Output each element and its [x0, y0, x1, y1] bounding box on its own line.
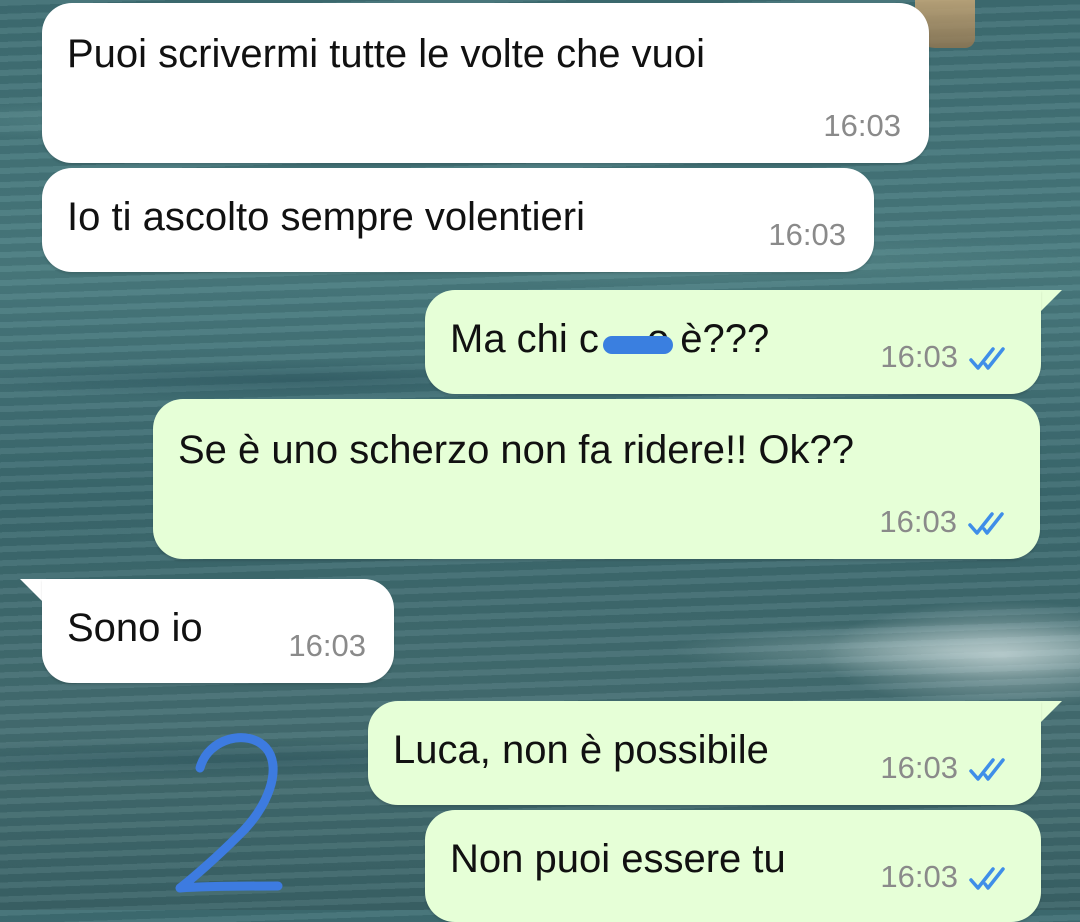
read-ticks-icon: [968, 512, 1004, 535]
message-text: Puoi scrivermi tutte le volte che vuoi: [67, 32, 706, 76]
outgoing-message[interactable]: Ma chi co è??? 16:03: [425, 290, 1041, 394]
message-time: 16:03: [880, 339, 958, 374]
message-text: Se è uno scherzo non fa ridere!! Ok??: [178, 428, 854, 472]
message-text-start: Ma chi c: [450, 317, 599, 361]
message-time: 16:03: [880, 859, 958, 894]
outgoing-message[interactable]: Se è uno scherzo non fa ridere!! Ok?? 16…: [153, 399, 1040, 559]
outgoing-message[interactable]: Non puoi essere tu 16:03: [425, 810, 1041, 922]
message-time: 16:03: [880, 750, 958, 785]
redaction-mark: [603, 336, 673, 354]
read-ticks-icon: [969, 758, 1005, 781]
incoming-message[interactable]: Sono io 16:03: [42, 579, 394, 683]
message-text: Luca, non è possibile: [393, 728, 769, 772]
incoming-message[interactable]: Puoi scrivermi tutte le volte che vuoi 1…: [42, 3, 929, 163]
message-text: Non puoi essere tu: [450, 837, 786, 881]
message-text: Io ti ascolto sempre volentieri: [67, 195, 586, 239]
message-time: 16:03: [823, 108, 901, 143]
message-time: 16:03: [768, 217, 846, 252]
read-ticks-icon: [969, 347, 1005, 370]
message-time: 16:03: [288, 628, 366, 663]
handwritten-number-annotation: [175, 733, 283, 893]
chat-screen: { "messages": [ {"direction": "incoming"…: [0, 0, 1080, 922]
message-time: 16:03: [879, 504, 957, 539]
outgoing-message[interactable]: Luca, non è possibile 16:03: [368, 701, 1041, 805]
incoming-message[interactable]: Io ti ascolto sempre volentieri 16:03: [42, 168, 874, 272]
message-text: Sono io: [67, 606, 203, 650]
wallpaper-foam: [820, 600, 1080, 710]
read-ticks-icon: [969, 867, 1005, 890]
